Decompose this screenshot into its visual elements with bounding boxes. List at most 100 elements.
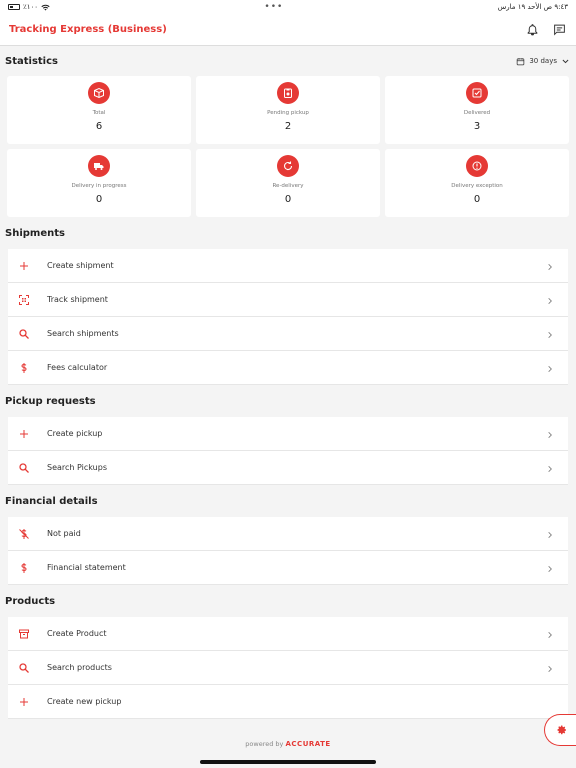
powered-by-text: powered by — [245, 740, 284, 748]
message-icon[interactable] — [553, 23, 566, 36]
plus-icon — [18, 696, 30, 708]
statistics-header: Statistics 30 days — [0, 46, 576, 76]
chevron-right-icon — [546, 256, 554, 275]
menu-item-label: Track shipment — [47, 295, 108, 304]
search-icon — [18, 462, 30, 474]
status-left: ٪١٠٠ — [8, 3, 50, 11]
pending-pickup-icon — [277, 82, 299, 104]
stat-card-delivered[interactable]: Delivered 3 — [385, 76, 569, 144]
pickups-menu: Create pickup Search Pickups — [0, 417, 576, 485]
wifi-icon — [41, 4, 50, 10]
status-time: ٩:٤٣ ص الأحد ١٩ مارس — [497, 3, 568, 11]
period-selector[interactable]: 30 days — [516, 57, 570, 66]
stat-value: 0 — [284, 194, 292, 205]
create-new-pickup-item[interactable]: Create new pickup — [8, 685, 568, 719]
chevron-right-icon — [546, 658, 554, 677]
chevron-right-icon — [546, 558, 554, 577]
stat-label: Delivery exception — [451, 183, 503, 189]
search-icon — [18, 328, 30, 340]
battery-icon — [8, 4, 20, 10]
box-icon — [88, 82, 110, 104]
products-header: Products — [0, 585, 576, 617]
stat-label: Re-delivery — [272, 183, 304, 189]
shipments-menu: Create shipment Track shipment Search sh… — [0, 249, 576, 385]
multitask-dots[interactable]: ••• — [264, 2, 283, 12]
stat-card-re-delivery[interactable]: Re-delivery 0 — [196, 149, 380, 217]
pickups-title: Pickup requests — [5, 395, 96, 407]
chevron-right-icon — [546, 290, 554, 309]
search-pickups-item[interactable]: Search Pickups — [8, 451, 568, 485]
shipments-header: Shipments — [0, 217, 576, 249]
stat-value: 2 — [284, 121, 292, 132]
home-indicator[interactable] — [200, 760, 376, 764]
financial-menu: Not paid Financial statement — [0, 517, 576, 585]
search-products-item[interactable]: Search products — [8, 651, 568, 685]
stat-value: 0 — [95, 194, 103, 205]
create-product-item[interactable]: Create Product — [8, 617, 568, 651]
chevron-right-icon — [546, 458, 554, 477]
menu-item-label: Fees calculator — [47, 363, 108, 372]
qr-scan-icon — [18, 294, 30, 306]
fees-calculator-item[interactable]: Fees calculator — [8, 351, 568, 385]
dollar-icon — [18, 562, 30, 574]
search-icon — [18, 662, 30, 674]
menu-item-label: Create Product — [47, 629, 107, 638]
stat-card-delivery-exception[interactable]: Delivery exception 0 — [385, 149, 569, 217]
app-bar-actions — [526, 23, 568, 36]
menu-item-label: Create shipment — [47, 261, 114, 270]
delivered-icon — [466, 82, 488, 104]
stat-label: Pending pickup — [267, 110, 309, 116]
app-title: Tracking Express (Business) — [9, 24, 167, 35]
plus-icon — [18, 260, 30, 272]
footer: powered by ACCURATE — [0, 740, 576, 748]
menu-item-label: Financial statement — [47, 563, 126, 572]
calendar-icon — [517, 57, 525, 65]
stat-label: Total — [92, 110, 106, 116]
statistics-grid: Total 6 Pending pickup 2 Delivered 3 Del… — [0, 76, 576, 217]
menu-item-label: Search Pickups — [47, 463, 107, 472]
exception-icon — [466, 155, 488, 177]
create-pickup-item[interactable]: Create pickup — [8, 417, 568, 451]
redelivery-icon — [277, 155, 299, 177]
stat-value: 6 — [95, 121, 103, 132]
stat-card-total[interactable]: Total 6 — [7, 76, 191, 144]
chevron-right-icon — [546, 358, 554, 377]
chevron-right-icon — [546, 424, 554, 443]
chevron-down-icon — [562, 59, 569, 63]
brand-logo: ACCURATE — [285, 740, 331, 748]
financial-title: Financial details — [5, 495, 98, 507]
plus-icon — [18, 428, 30, 440]
stat-label: Delivered — [463, 110, 491, 116]
statistics-title: Statistics — [5, 55, 58, 67]
menu-item-label: Search products — [47, 663, 112, 672]
chevron-right-icon — [546, 324, 554, 343]
archive-icon — [18, 628, 30, 640]
chevron-right-icon — [546, 624, 554, 643]
products-menu: Create Product Search products Create ne… — [0, 617, 576, 719]
stat-value: 3 — [473, 121, 481, 132]
bell-icon[interactable] — [526, 23, 539, 36]
track-shipment-item[interactable]: Track shipment — [8, 283, 568, 317]
stat-card-pending-pickup[interactable]: Pending pickup 2 — [196, 76, 380, 144]
chevron-right-icon — [546, 524, 554, 543]
shipments-title: Shipments — [5, 227, 65, 239]
not-paid-item[interactable]: Not paid — [8, 517, 568, 551]
search-shipments-item[interactable]: Search shipments — [8, 317, 568, 351]
truck-icon — [88, 155, 110, 177]
create-shipment-item[interactable]: Create shipment — [8, 249, 568, 283]
dollar-icon — [18, 362, 30, 374]
battery-percent: ٪١٠٠ — [23, 3, 39, 11]
period-label: 30 days — [529, 57, 557, 65]
app-bar: Tracking Express (Business) — [0, 14, 576, 46]
financial-statement-item[interactable]: Financial statement — [8, 551, 568, 585]
stat-value: 0 — [473, 194, 481, 205]
menu-item-label: Search shipments — [47, 329, 119, 338]
no-money-icon — [18, 528, 30, 540]
products-title: Products — [5, 595, 56, 607]
pickups-header: Pickup requests — [0, 385, 576, 417]
financial-header: Financial details — [0, 485, 576, 517]
stat-card-delivery-in-progress[interactable]: Delivery in progress 0 — [7, 149, 191, 217]
menu-item-label: Create pickup — [47, 429, 103, 438]
menu-item-label: Not paid — [47, 529, 81, 538]
gear-icon — [557, 725, 566, 735]
